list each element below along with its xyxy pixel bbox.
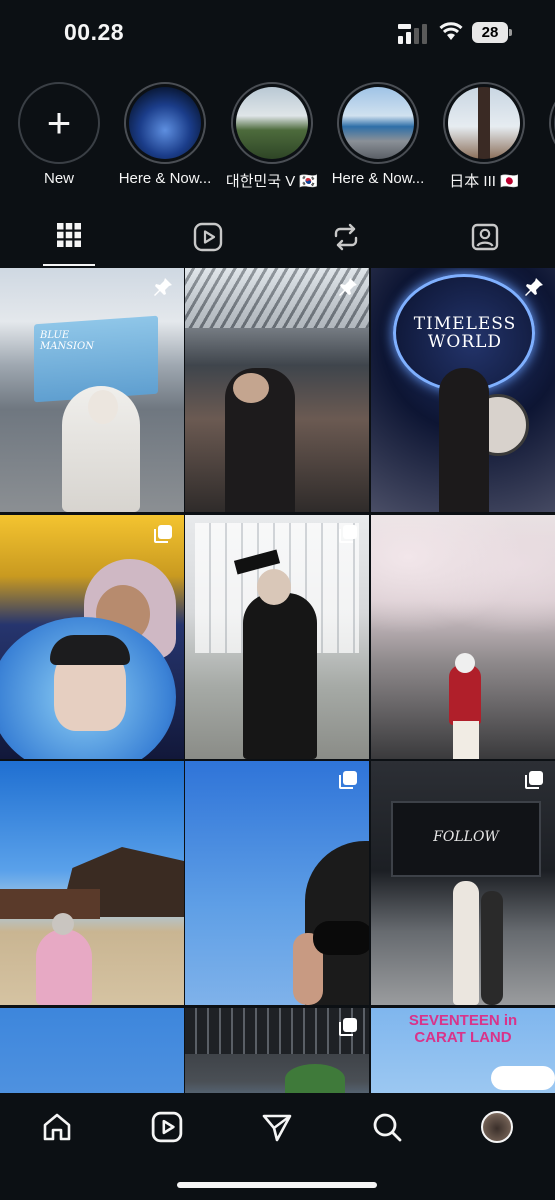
highlight-here-and-now-1[interactable]: Here & Now... bbox=[115, 82, 215, 187]
highlight-japan[interactable]: 日本 III 🇯🇵 bbox=[434, 82, 534, 191]
profile-avatar bbox=[481, 1111, 513, 1143]
tagged-icon bbox=[471, 223, 499, 251]
pin-icon bbox=[154, 278, 172, 296]
battery-icon: 28 bbox=[472, 22, 512, 43]
post-banner-text: SEVENTEEN in CARAT LAND bbox=[408, 1012, 518, 1047]
status-bar: 00.28 28 bbox=[0, 0, 555, 66]
post-banner-text: BLUE MANSION bbox=[40, 330, 94, 352]
posts-grid: BLUE MANSION TIMELESS WORLD FOLLOW SEVEN… bbox=[0, 268, 555, 1093]
nav-messages-button[interactable] bbox=[257, 1107, 297, 1147]
tab-grid[interactable] bbox=[43, 212, 95, 266]
highlight-korea[interactable]: 대한민국 V 🇰🇷 bbox=[222, 82, 322, 191]
nav-home-button[interactable] bbox=[37, 1107, 77, 1147]
home-icon bbox=[43, 1113, 71, 1141]
profile-tabs bbox=[0, 212, 555, 268]
nav-reels-button[interactable] bbox=[147, 1107, 187, 1147]
carousel-icon bbox=[154, 525, 172, 543]
post-banner-text: FOLLOW bbox=[433, 829, 499, 845]
tab-tagged[interactable] bbox=[459, 212, 511, 266]
post-thumbnail[interactable] bbox=[185, 761, 369, 1005]
send-icon bbox=[262, 1114, 292, 1142]
highlight-label: New bbox=[43, 170, 74, 187]
stadium-thumb bbox=[342, 87, 414, 159]
post-thumbnail[interactable]: TIMELESS WORLD bbox=[371, 268, 555, 512]
korea-thumb bbox=[236, 87, 308, 159]
post-thumbnail[interactable] bbox=[371, 515, 555, 759]
story-highlights: + New Here & Now... 대한민국 V 🇰🇷 Here & Now… bbox=[0, 82, 555, 194]
highlight-here-and-now-2[interactable]: Here & Now... bbox=[328, 82, 428, 187]
search-icon bbox=[373, 1113, 402, 1142]
home-indicator bbox=[177, 1182, 377, 1188]
nav-profile-button[interactable] bbox=[477, 1107, 517, 1147]
pin-icon bbox=[525, 278, 543, 296]
cellular-signal-icon bbox=[398, 24, 427, 44]
highlight-label: Here & Now... bbox=[118, 170, 212, 187]
post-thumbnail[interactable]: BLUE MANSION bbox=[0, 268, 184, 512]
bottom-navigation bbox=[0, 1093, 555, 1200]
post-thumbnail[interactable]: SEVENTEEN in CARAT LAND bbox=[371, 1008, 555, 1093]
carousel-icon bbox=[525, 771, 543, 789]
concert-thumb bbox=[129, 87, 201, 159]
reels-icon bbox=[151, 1111, 183, 1143]
carousel-icon bbox=[339, 771, 357, 789]
carousel-icon bbox=[339, 1018, 357, 1036]
post-thumbnail[interactable] bbox=[185, 515, 369, 759]
pin-icon bbox=[339, 278, 357, 296]
post-thumbnail[interactable] bbox=[0, 1008, 184, 1093]
highlight-partial[interactable]: La bbox=[540, 82, 555, 187]
post-thumbnail[interactable]: FOLLOW bbox=[371, 761, 555, 1005]
tab-reposts[interactable] bbox=[320, 212, 372, 266]
highlight-label: 日本 III 🇯🇵 bbox=[449, 173, 519, 190]
highlight-new[interactable]: + New bbox=[9, 82, 109, 187]
wifi-icon bbox=[439, 22, 463, 40]
highlight-label: La bbox=[540, 170, 555, 187]
post-thumbnail[interactable] bbox=[0, 515, 184, 759]
post-thumbnail[interactable] bbox=[185, 268, 369, 512]
post-thumbnail[interactable] bbox=[0, 761, 184, 1005]
status-time: 00.28 bbox=[64, 19, 125, 45]
highlight-label: 대한민국 V 🇰🇷 bbox=[225, 173, 319, 190]
reels-icon bbox=[193, 222, 223, 252]
battery-level: 28 bbox=[472, 22, 508, 43]
repost-icon bbox=[334, 223, 358, 251]
pagoda-thumb bbox=[448, 87, 520, 159]
highlight-label: Here & Now... bbox=[331, 170, 425, 187]
post-banner-text: TIMELESS WORLD bbox=[413, 314, 517, 352]
tab-reels[interactable] bbox=[182, 212, 234, 266]
plus-icon: + bbox=[46, 99, 72, 146]
post-thumbnail[interactable] bbox=[185, 1008, 369, 1093]
nav-search-button[interactable] bbox=[367, 1107, 407, 1147]
grid-icon bbox=[57, 223, 81, 247]
carousel-icon bbox=[339, 525, 357, 543]
notification-dot bbox=[506, 1136, 511, 1141]
